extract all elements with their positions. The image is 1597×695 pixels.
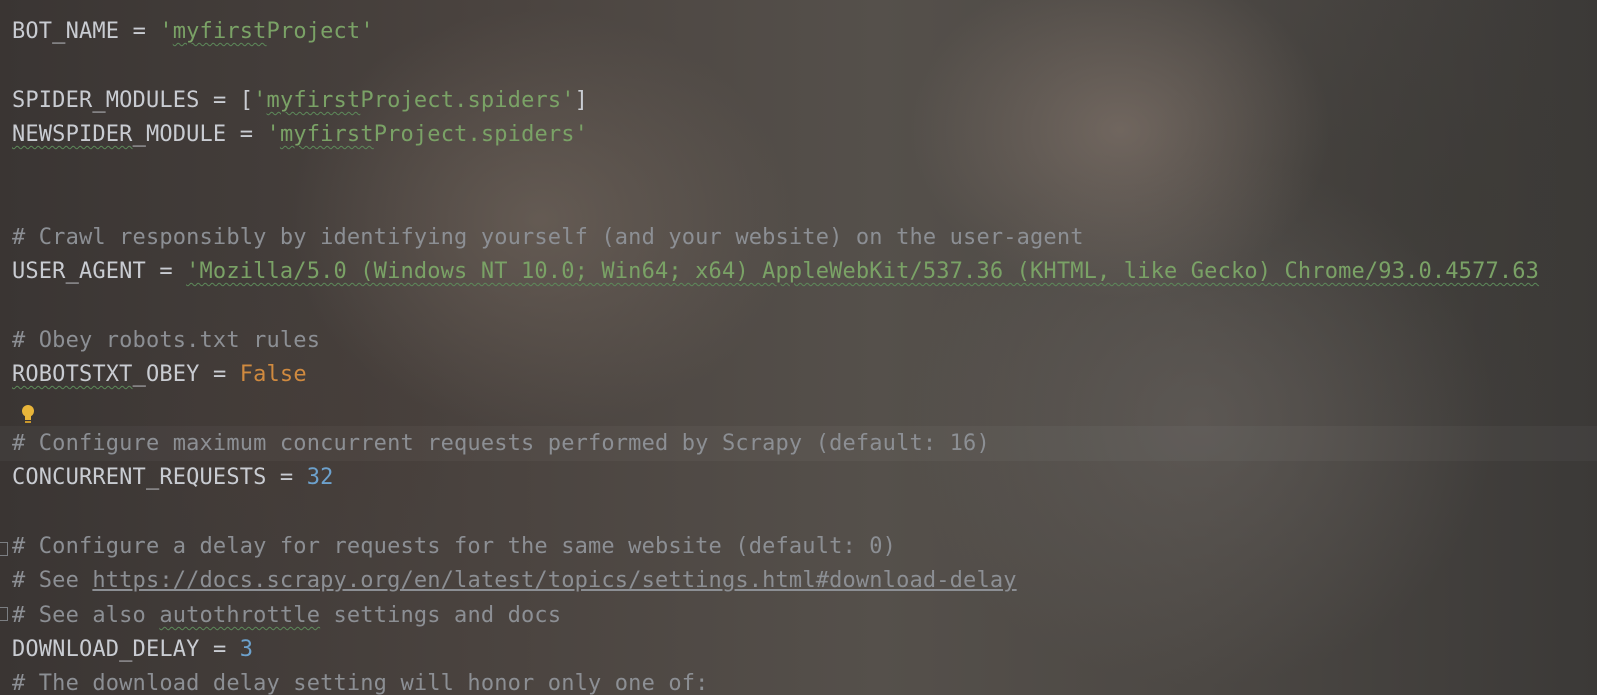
code-line-bot-name[interactable]: BOT_NAME = 'myfirstProject' xyxy=(12,14,374,49)
variable-name-rest: _MODULE xyxy=(132,122,227,147)
assign-operator: = xyxy=(199,637,240,662)
string-quote: ' xyxy=(360,19,374,44)
code-line-comment-see[interactable]: # See https://docs.scrapy.org/en/latest/… xyxy=(12,563,1017,598)
comment-text: # Obey robots.txt rules xyxy=(12,328,321,353)
assign-operator: = xyxy=(199,362,240,387)
variable-name-typo: NEWSPIDER xyxy=(12,122,133,147)
string-quote: ' xyxy=(253,88,267,113)
code-line-comment-delay[interactable]: # Configure a delay for requests for the… xyxy=(12,529,896,564)
variable-name: USER_AGENT xyxy=(12,259,146,284)
variable-name-rest: _OBEY xyxy=(132,362,200,387)
string-rest: Project.spiders xyxy=(360,88,562,113)
code-line-user-agent[interactable]: USER_AGENT = 'Mozilla/5.0 (Windows NT 10… xyxy=(12,254,1539,289)
code-line-newspider-module[interactable]: NEWSPIDER_MODULE = 'myfirstProject.spide… xyxy=(12,117,588,152)
string-quote: ' xyxy=(266,122,280,147)
docs-link[interactable]: https://docs.scrapy.org/en/latest/topics… xyxy=(92,568,1016,593)
number-value: 32 xyxy=(306,465,334,490)
comment-text: # The download delay setting will honor … xyxy=(12,671,709,695)
assign-operator: = xyxy=(119,19,160,44)
string-quote: ' xyxy=(574,122,589,147)
string-quote: ' xyxy=(561,88,575,113)
code-line-spider-modules[interactable]: SPIDER_MODULES = ['myfirstProject.spider… xyxy=(12,83,588,118)
fold-start-icon[interactable] xyxy=(0,542,8,556)
code-line-concurrent-requests[interactable]: CONCURRENT_REQUESTS = 32 xyxy=(12,460,334,495)
code-line-comment-honor[interactable]: # The download delay setting will honor … xyxy=(12,666,709,695)
string-value: 'Mozilla/5.0 (Windows NT 10.0; Win64; x6… xyxy=(186,259,1540,284)
code-line-robotstxt-obey[interactable]: ROBOTSTXT_OBEY = False xyxy=(12,357,307,392)
code-line-download-delay[interactable]: DOWNLOAD_DELAY = 3 xyxy=(12,632,253,667)
string-rest: Project.spiders xyxy=(373,122,575,147)
code-line-comment-crawl[interactable]: # Crawl responsibly by identifying yours… xyxy=(12,220,1084,255)
bracket-open: [ xyxy=(239,88,254,113)
assign-operator: = xyxy=(266,465,307,490)
variable-name: SPIDER_MODULES xyxy=(12,88,200,113)
comment-prefix: # See xyxy=(12,568,93,593)
comment-prefix: # See also xyxy=(12,603,160,628)
variable-name-typo: ROBOTSTXT xyxy=(12,362,133,387)
code-line-comment-concurrent[interactable]: # Configure maximum concurrent requests … xyxy=(0,426,1597,461)
code-line-comment-see-also[interactable]: # See also autothrottle settings and doc… xyxy=(12,598,561,633)
comment-text: # Configure maximum concurrent requests … xyxy=(12,431,990,456)
number-value: 3 xyxy=(239,637,254,662)
variable-name: BOT_NAME xyxy=(12,19,120,44)
variable-name: DOWNLOAD_DELAY xyxy=(12,637,200,662)
comment-text: # Crawl responsibly by identifying yours… xyxy=(12,225,1084,250)
assign-operator: = xyxy=(226,122,267,147)
string-rest: Project xyxy=(266,19,361,44)
code-line-comment-robots[interactable]: # Obey robots.txt rules xyxy=(12,323,320,358)
comment-text: # Configure a delay for requests for the… xyxy=(12,534,897,559)
lightbulb-icon[interactable] xyxy=(20,404,36,426)
string-quote: ' xyxy=(159,19,173,44)
string-typo-word: myfirst xyxy=(279,122,374,147)
code-editor[interactable]: BOT_NAME = 'myfirstProject' SPIDER_MODUL… xyxy=(0,0,1597,695)
string-typo-word: myfirst xyxy=(266,88,361,113)
variable-name: CONCURRENT_REQUESTS xyxy=(12,465,267,490)
comment-typo-word: autothrottle xyxy=(159,603,321,628)
comment-rest: settings and docs xyxy=(320,603,562,628)
string-typo-word: myfirst xyxy=(172,19,267,44)
fold-end-icon[interactable] xyxy=(0,607,8,621)
assign-operator: = xyxy=(145,259,187,284)
bracket-close: ] xyxy=(574,88,589,113)
assign-operator: = xyxy=(199,88,240,113)
keyword-value: False xyxy=(239,362,307,387)
